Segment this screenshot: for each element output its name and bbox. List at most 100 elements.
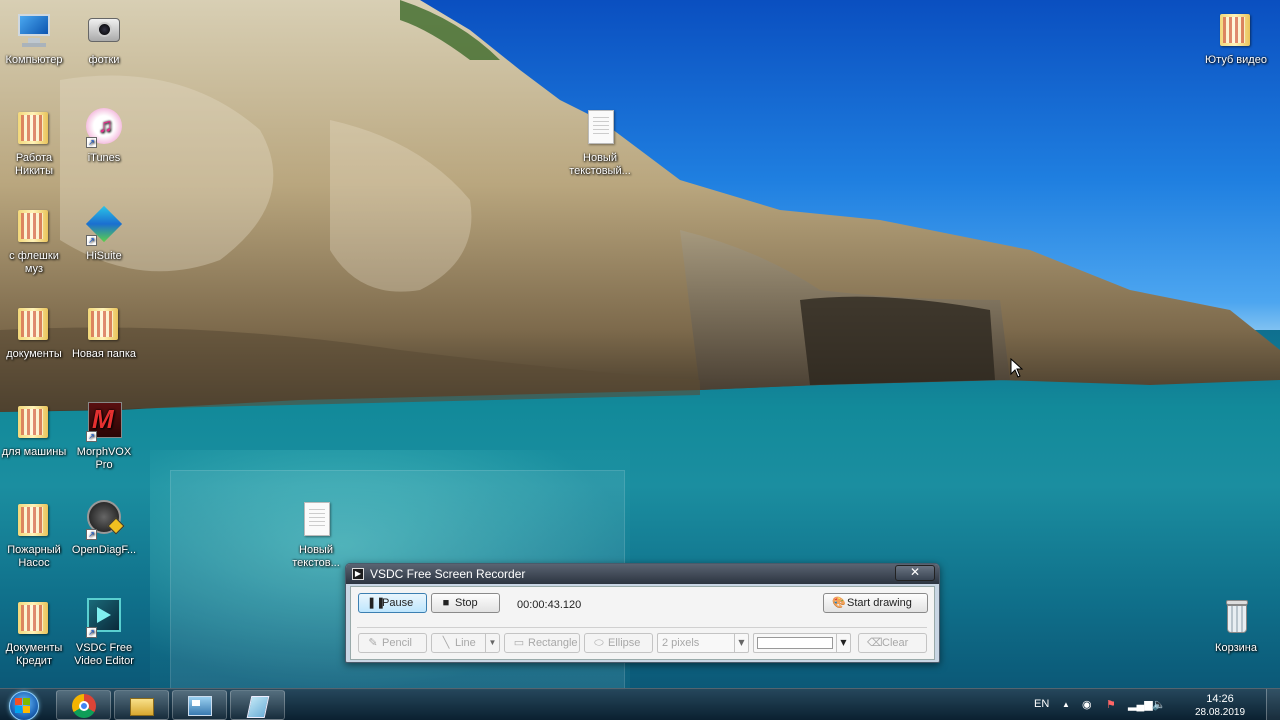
- desktop-icon-label: Работа Никиты: [15, 152, 53, 177]
- color-select[interactable]: ▼: [753, 633, 851, 653]
- clear-button[interactable]: ⌫Clear: [858, 633, 927, 653]
- line-dropdown-arrow-icon[interactable]: ▼: [485, 634, 499, 652]
- pause-button[interactable]: ❚❚Pause: [358, 593, 427, 613]
- desktop-icon-vsdc-video-editor[interactable]: ↗ VSDC Free Video Editor: [68, 598, 140, 668]
- pencil-icon: ✎: [368, 637, 378, 649]
- desktop-icon-label: Корзина: [1215, 642, 1257, 654]
- language-indicator[interactable]: EN: [1034, 698, 1049, 710]
- stop-icon: ■: [442, 597, 450, 609]
- clear-label: Clear: [882, 637, 909, 649]
- desktop-icon-label: Компьютер: [5, 54, 63, 66]
- desktop-icon-label: VSDC Free Video Editor: [74, 642, 134, 667]
- recycle-bin-icon: [1216, 598, 1256, 638]
- desktop-icon-morphvox-pro[interactable]: M ↗ MorphVOX Pro: [68, 402, 140, 472]
- desktop-icon-label: фотки: [88, 54, 120, 66]
- desktop-icon-hisuite[interactable]: ↗ HiSuite: [68, 205, 140, 263]
- desktop-icon-rabota-nikity[interactable]: Работа Никиты: [0, 108, 70, 178]
- desktop-icon-youtube-video[interactable]: Ютуб видео: [1200, 10, 1272, 67]
- tray-app-icon[interactable]: ◉: [1082, 698, 1092, 711]
- taskbar-vsdc-recorder[interactable]: [172, 690, 227, 720]
- desktop-icon-new-text-document-2[interactable]: Новый текстов...: [280, 500, 352, 570]
- folder-icon: [14, 206, 54, 246]
- rectangle-button[interactable]: ▭ Rectangle: [504, 633, 580, 653]
- rectangle-icon: ▭: [513, 637, 525, 649]
- divider: [357, 627, 927, 628]
- desktop-icon-s-fleshki-muz[interactable]: с флешки муз: [0, 206, 70, 276]
- hisuite-icon: ↗: [84, 205, 124, 246]
- desktop-icon-itunes[interactable]: ♫ ↗ iTunes: [68, 108, 140, 165]
- pencil-button[interactable]: ✎ Pencil: [358, 633, 427, 653]
- desktop-icon-new-text-document-1[interactable]: Новый текстовый...: [564, 108, 636, 178]
- line-icon: ╲: [442, 637, 450, 649]
- taskbar-notepad[interactable]: [230, 690, 285, 720]
- start-button[interactable]: [4, 689, 44, 720]
- desktop-icon-label: Новый текстовый...: [569, 152, 631, 177]
- chevron-down-icon: ▼: [734, 634, 748, 652]
- mouse-cursor-icon: [1010, 358, 1024, 378]
- desktop-icon-dlya-mashiny[interactable]: для машины: [0, 402, 70, 459]
- desktop-icon-photos[interactable]: фотки: [68, 10, 140, 67]
- start-drawing-label: Start drawing: [847, 597, 912, 609]
- clock-date[interactable]: 28.08.2019: [1190, 707, 1250, 718]
- stop-button[interactable]: ■ Stop: [431, 593, 500, 613]
- taskbar-explorer[interactable]: [114, 690, 169, 720]
- desktop-icon-dokumenty-kredit[interactable]: Документы Кредит: [0, 598, 70, 668]
- taskbar-chrome[interactable]: [56, 690, 111, 720]
- pause-icon: ❚❚: [367, 597, 386, 609]
- rectangle-label: Rectangle: [528, 637, 578, 649]
- show-desktop-button[interactable]: [1266, 689, 1280, 720]
- desktop-icon-label: для машины: [1, 446, 67, 458]
- desktop-icon-label: с флешки муз: [9, 250, 59, 275]
- window-titlebar[interactable]: ▶ VSDC Free Screen Recorder ✕: [346, 564, 939, 584]
- taskbar: EN ▲ ◉ ⚑ ▂▄▆ 🔈 14:26 28.08.2019: [0, 688, 1280, 720]
- line-label: Line: [455, 637, 476, 649]
- desktop-icon-label: Новая папка: [71, 348, 137, 360]
- desktop-icon-label: OpenDiagF...: [71, 544, 137, 556]
- ellipse-icon: ⬭: [594, 637, 604, 649]
- desktop-icon-label: iTunes: [87, 152, 121, 164]
- screen-recorder-window[interactable]: ▶ VSDC Free Screen Recorder ✕ ❚❚Pause ■ S…: [345, 563, 940, 663]
- pencil-label: Pencil: [382, 637, 412, 649]
- recorder-controls: ❚❚Pause ■ Stop 00:00:43.120 🎨Start drawin…: [350, 586, 935, 660]
- windows-flag: [15, 698, 31, 714]
- ellipse-button[interactable]: ⬭ Ellipse: [584, 633, 653, 653]
- desktop-icon-label: Ютуб видео: [1205, 54, 1267, 66]
- computer-icon: [14, 10, 54, 50]
- text-document-icon: [296, 500, 336, 540]
- close-icon: ✕: [909, 565, 921, 579]
- folder-icon: [14, 304, 54, 344]
- folder-icon: [14, 500, 54, 540]
- line-thickness-value: 2 pixels: [662, 637, 700, 649]
- action-center-flag-icon[interactable]: ⚑: [1106, 698, 1116, 711]
- vsdc-recorder-icon: [187, 694, 213, 718]
- clock-time[interactable]: 14:26: [1190, 693, 1250, 705]
- close-button[interactable]: ✕: [895, 565, 935, 581]
- system-tray: EN ▲ ◉ ⚑ ▂▄▆ 🔈 14:26 28.08.2019: [1020, 689, 1280, 720]
- desktop-icon-opendiag[interactable]: ↗ OpenDiagF...: [68, 500, 140, 557]
- line-button[interactable]: ╲ Line ▼: [431, 633, 500, 653]
- window-title: VSDC Free Screen Recorder: [370, 567, 526, 581]
- desktop-icon-label: Пожарный Насос: [7, 544, 61, 569]
- show-hidden-icons-icon[interactable]: ▲: [1062, 700, 1070, 709]
- desktop-icon-label: документы: [6, 348, 62, 360]
- eraser-icon: ⌫: [867, 637, 883, 649]
- opendiag-icon: ↗: [84, 500, 125, 540]
- line-thickness-select[interactable]: 2 pixels ▼: [657, 633, 749, 653]
- desktop-icon-computer[interactable]: Компьютер: [0, 10, 70, 67]
- color-swatch: [757, 637, 833, 649]
- desktop-icon-label: MorphVOX Pro: [76, 446, 132, 471]
- folder-icon: [14, 598, 54, 638]
- desktop-icon-dokumenty[interactable]: документы: [0, 304, 70, 361]
- start-drawing-button[interactable]: 🎨Start drawing: [823, 593, 928, 613]
- folder-icon: [14, 108, 54, 148]
- volume-icon[interactable]: 🔈: [1152, 698, 1166, 711]
- desktop-icon-novaya-papka[interactable]: Новая папка: [68, 304, 140, 361]
- ellipse-label: Ellipse: [608, 637, 641, 649]
- chrome-icon: [71, 694, 97, 718]
- desktop-icon-label: Новый текстов...: [292, 544, 340, 569]
- folder-icon: [84, 304, 124, 344]
- desktop-icon-label: HiSuite: [86, 250, 122, 262]
- network-icon[interactable]: ▂▄▆: [1128, 698, 1153, 711]
- desktop-icon-pozharnyi-nasos[interactable]: Пожарный Насос: [0, 500, 70, 570]
- desktop-icon-recycle-bin[interactable]: Корзина: [1200, 598, 1272, 655]
